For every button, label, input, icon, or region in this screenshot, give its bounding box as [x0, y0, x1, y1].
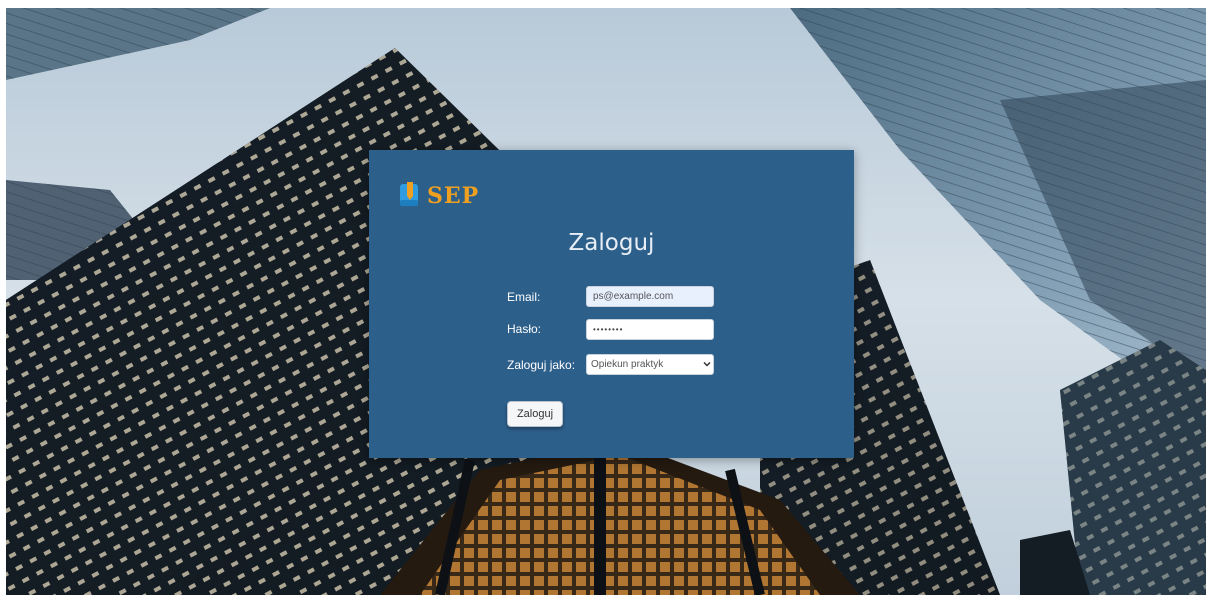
page-top-border [0, 0, 1206, 8]
login-page: SEP Zaloguj Email: Hasło: Zaloguj jako: … [0, 0, 1206, 595]
email-field[interactable] [586, 286, 714, 307]
sep-logo: SEP [399, 180, 509, 212]
email-label: Email: [507, 290, 541, 304]
password-label: Hasło: [507, 322, 542, 336]
role-select[interactable]: Opiekun praktyk [586, 354, 714, 375]
login-card: SEP Zaloguj Email: Hasło: Zaloguj jako: … [369, 150, 854, 458]
page-left-border [0, 0, 6, 595]
role-label: Zaloguj jako: [507, 358, 576, 372]
login-button[interactable]: Zaloguj [507, 401, 563, 427]
password-field[interactable] [586, 319, 714, 340]
login-title: Zaloguj [568, 230, 655, 256]
sep-logo-text: SEP [427, 183, 480, 209]
sep-logo-icon [400, 182, 418, 206]
